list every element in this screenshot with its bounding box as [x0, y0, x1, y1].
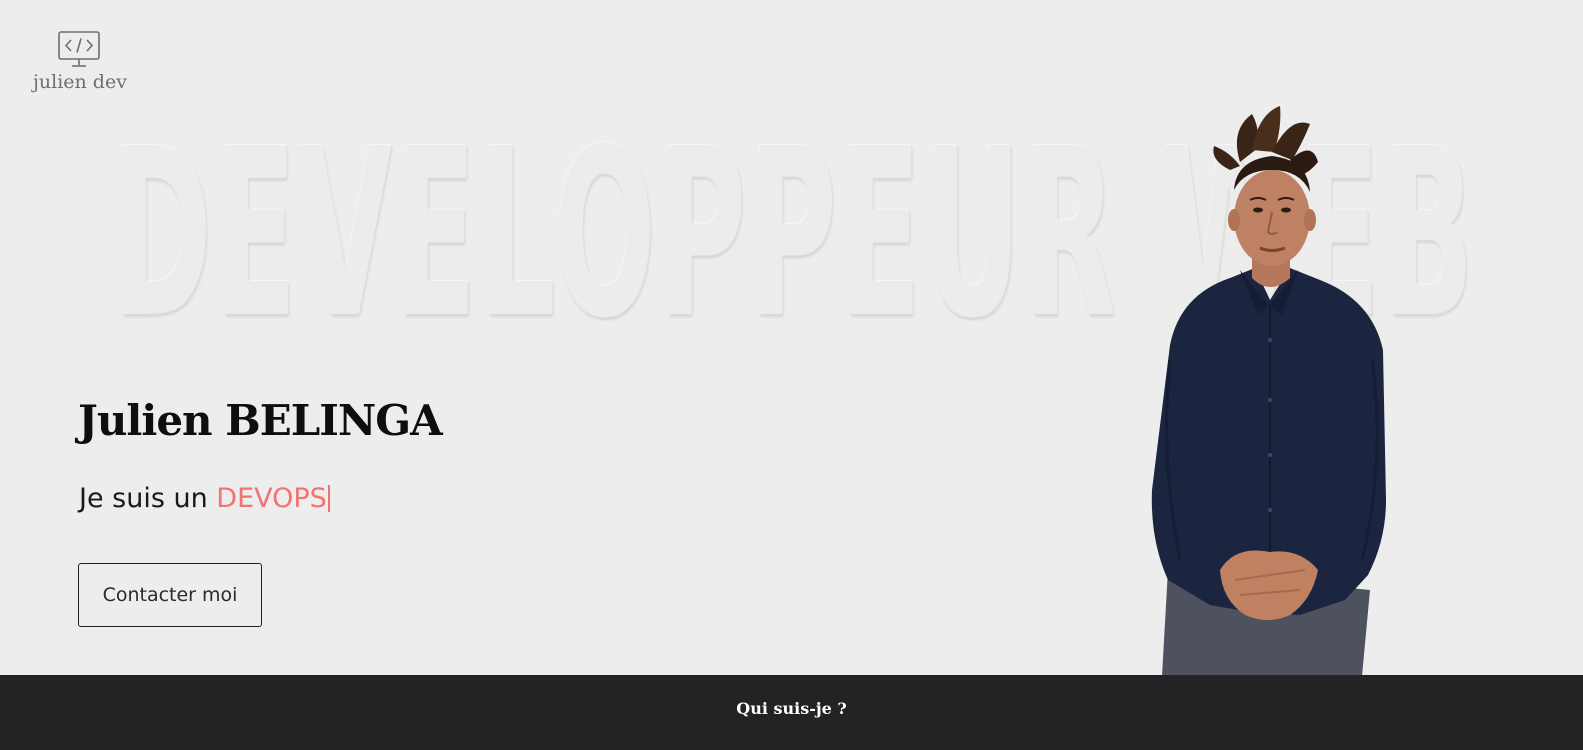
logo-text: julien dev — [33, 71, 127, 93]
person-name: Julien BELINGA — [78, 396, 443, 445]
person-portrait-icon — [1151, 106, 1386, 676]
logo[interactable]: julien dev — [33, 30, 127, 93]
tagline-role: DEVOPS — [216, 483, 327, 514]
tagline-prefix: Je suis un — [79, 483, 217, 514]
footer-bar: Qui suis-je ? — [0, 675, 1583, 750]
about-me-link[interactable]: Qui suis-je ? — [736, 699, 847, 718]
contact-button[interactable]: Contacter moi — [78, 563, 262, 627]
page: julien dev DEVELOPPEUR WEB Julien BELING… — [0, 0, 1583, 750]
typing-caret — [327, 485, 330, 512]
tagline: Je suis un DEVOPS — [79, 483, 330, 514]
code-monitor-icon — [58, 31, 100, 67]
